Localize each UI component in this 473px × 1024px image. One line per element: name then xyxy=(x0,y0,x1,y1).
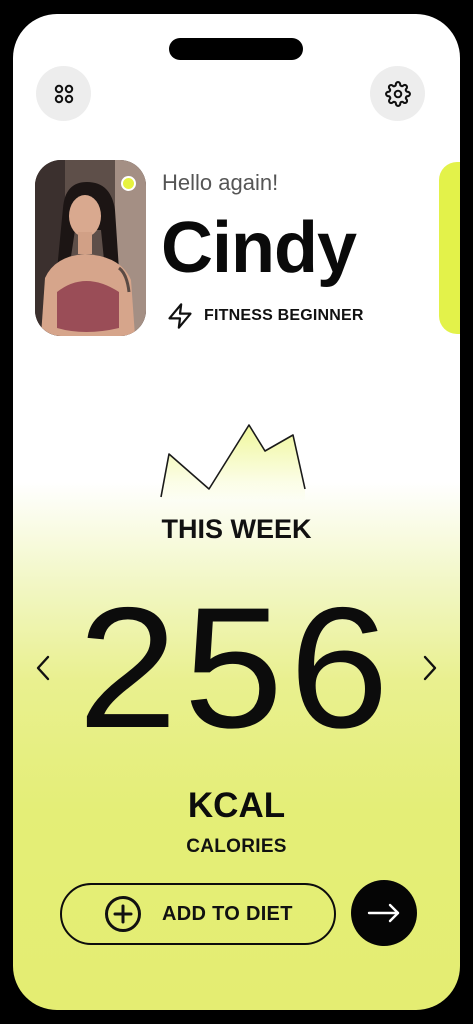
gear-icon xyxy=(384,80,411,107)
week-title: THIS WEEK xyxy=(161,514,312,544)
fitness-level-label: FITNESS BEGINNER xyxy=(204,307,364,324)
continue-button[interactable] xyxy=(351,880,417,946)
user-name: Cindy xyxy=(161,208,357,288)
notch xyxy=(169,38,303,60)
next-button[interactable] xyxy=(415,648,445,688)
calories-unit: KCAL xyxy=(187,786,286,825)
chevron-right-icon xyxy=(423,655,437,681)
side-drawer-tab[interactable] xyxy=(439,162,460,334)
arrow-right-icon xyxy=(367,903,400,923)
weekly-activity-chart xyxy=(160,424,306,501)
chart-area xyxy=(161,425,305,501)
online-status-dot xyxy=(121,176,136,191)
greeting-text: Hello again! xyxy=(162,170,279,195)
phone-screen: Hello again! Cindy FITNESS BEGINNER THIS… xyxy=(13,14,460,1010)
fitness-level: FITNESS BEGINNER xyxy=(166,302,364,330)
add-to-diet-label: ADD TO DIET xyxy=(162,902,293,925)
settings-button[interactable] xyxy=(370,66,425,121)
plus-circle-icon xyxy=(104,895,142,933)
chevron-left-icon xyxy=(36,655,50,681)
calories-value: 256 xyxy=(77,572,396,764)
previous-button[interactable] xyxy=(28,648,58,688)
metric-label: CALORIES xyxy=(186,836,287,857)
lightning-icon xyxy=(168,303,192,329)
menu-button[interactable] xyxy=(36,66,91,121)
grid-dots-icon xyxy=(54,84,73,103)
add-to-diet-button[interactable]: ADD TO DIET xyxy=(60,883,336,945)
